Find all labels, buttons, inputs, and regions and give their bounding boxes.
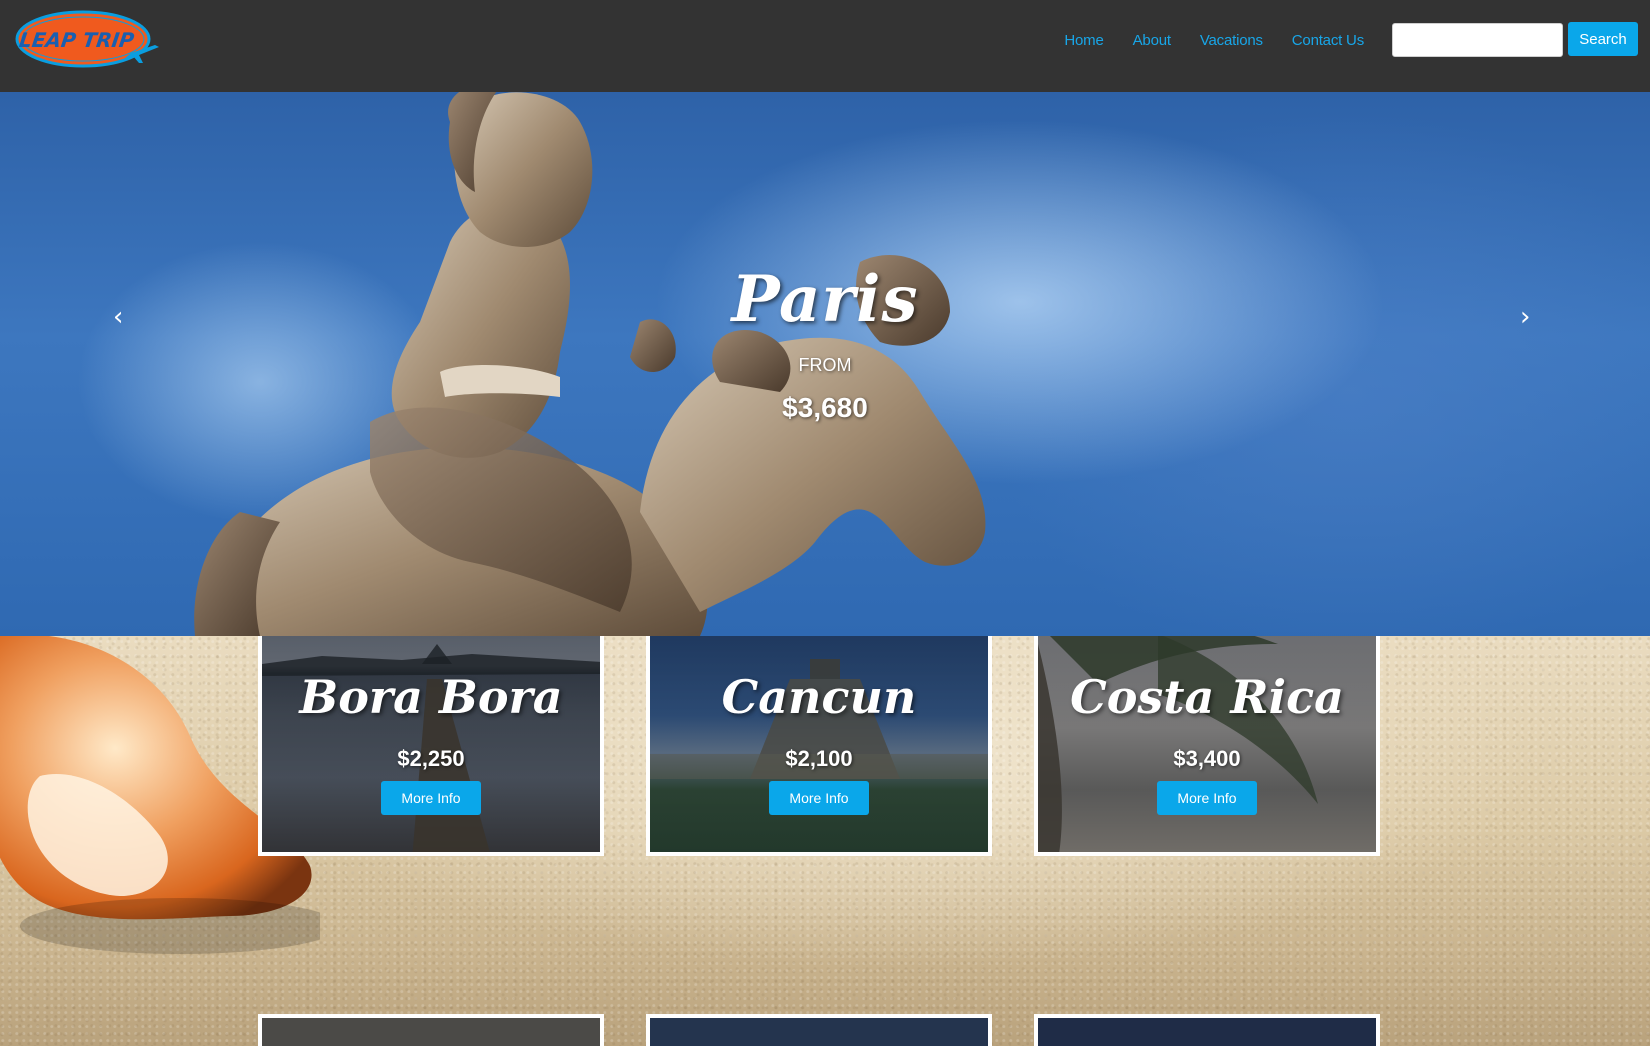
carousel-next-icon[interactable]: › — [1520, 302, 1530, 332]
more-info-button[interactable]: More Info — [769, 781, 869, 815]
card-price: $3,400 — [1173, 746, 1241, 771]
navbar: LEAP TRIP Home About Vacations Contact U… — [0, 0, 1650, 92]
card-price: $2,250 — [397, 746, 465, 771]
more-info-button[interactable]: More Info — [1157, 781, 1257, 815]
card-price: $2,100 — [785, 746, 853, 771]
destination-card-partial — [1034, 1014, 1380, 1046]
destinations-section: Bora Bora $2,250 More Info Cancun $2,100… — [0, 636, 1650, 1046]
search-button[interactable]: Search — [1568, 22, 1638, 56]
hero-from-label: FROM — [798, 355, 852, 375]
destination-card-bora-bora: Bora Bora $2,250 More Info — [258, 636, 604, 856]
card-title: Costa Rica — [1070, 670, 1344, 724]
hero-price: $3,680 — [782, 392, 868, 423]
nav-link-vacations[interactable]: Vacations — [1200, 32, 1263, 49]
main-nav: Home About Vacations Contact Us — [1035, 0, 1364, 80]
svg-text:LEAP TRIP: LEAP TRIP — [18, 28, 136, 52]
hero-caption: Paris FROM $3,680 — [640, 262, 1010, 424]
leap-trip-logo[interactable]: LEAP TRIP — [13, 9, 163, 71]
card-title: Cancun — [721, 670, 917, 724]
nav-link-about[interactable]: About — [1133, 32, 1171, 49]
destination-card-partial — [258, 1014, 604, 1046]
destination-card-cancun: Cancun $2,100 More Info — [646, 636, 992, 856]
hero-city-title: Paris — [731, 262, 919, 337]
carousel-prev-icon[interactable]: ‹ — [113, 302, 123, 332]
hero-carousel: ‹ › Paris FROM $3,680 — [0, 92, 1650, 636]
destination-card-costa-rica: Costa Rica $3,400 More Info — [1034, 636, 1380, 856]
nav-link-home[interactable]: Home — [1064, 32, 1103, 49]
more-info-button[interactable]: More Info — [381, 781, 481, 815]
search-input[interactable] — [1392, 23, 1563, 57]
destination-card-partial — [646, 1014, 992, 1046]
nav-link-contact-us[interactable]: Contact Us — [1292, 32, 1364, 49]
card-title: Bora Bora — [299, 670, 563, 724]
